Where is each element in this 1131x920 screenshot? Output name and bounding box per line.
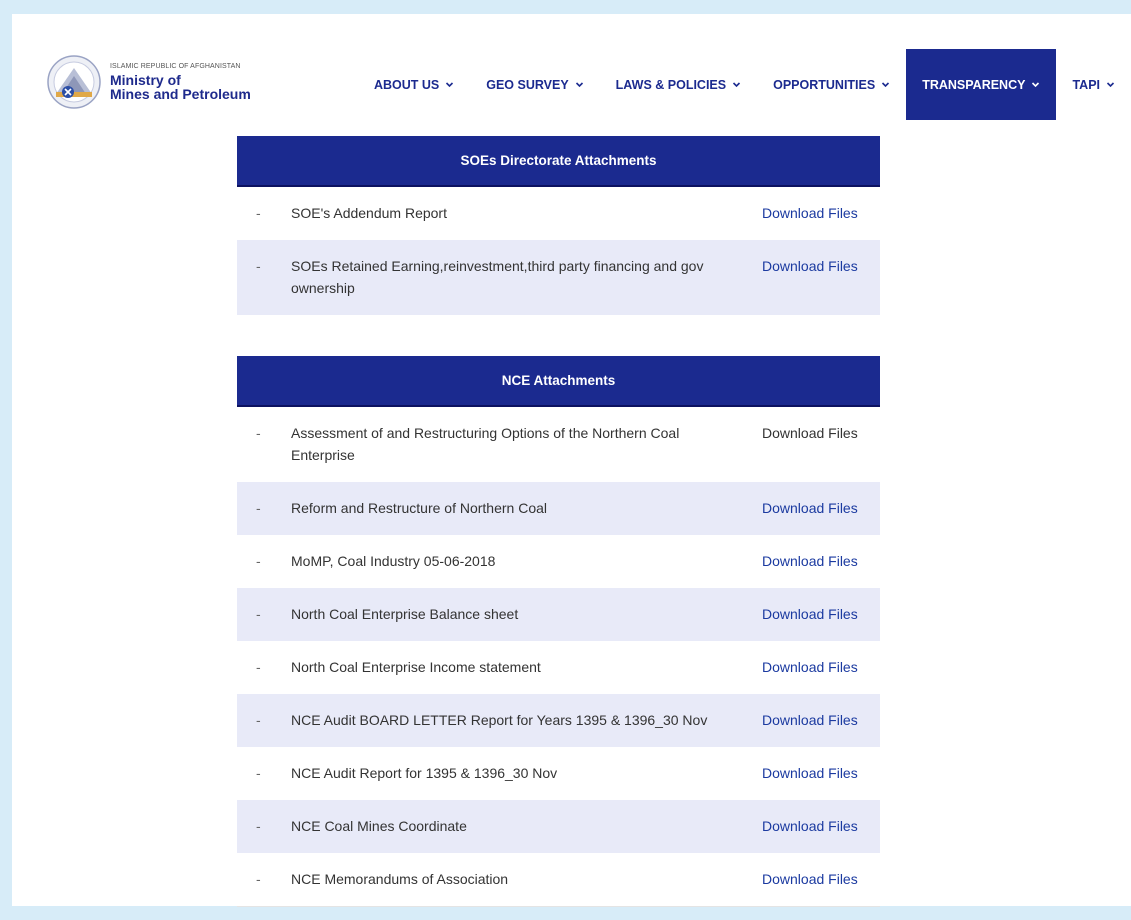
row-title: NCE Audit Report for 1395 & 1396_30 Nov <box>291 765 558 781</box>
table-row: - NCE Audit Report for 1395 & 1396_30 No… <box>237 747 880 800</box>
row-title: MoMP, Coal Industry 05-06-2018 <box>291 553 496 569</box>
nav-about-us[interactable]: ABOUT US <box>358 49 470 120</box>
row-bullet: - <box>256 500 261 516</box>
row-bullet: - <box>256 871 261 887</box>
table-row: - MoMP, Coal Industry 05-06-2018 Downloa… <box>237 535 880 588</box>
row-title: North Coal Enterprise Income statement <box>291 659 541 675</box>
ministry-emblem-icon <box>47 55 101 109</box>
chevron-down-icon <box>1106 80 1115 89</box>
table-row: - SOE's Addendum Report Download Files <box>237 187 880 240</box>
row-bullet: - <box>256 553 261 569</box>
download-files-link[interactable]: Download Files <box>749 709 880 731</box>
nav-label: TRANSPARENCY <box>922 77 1026 92</box>
download-files-link[interactable]: Download Files <box>749 868 880 890</box>
row-bullet: - <box>256 425 261 441</box>
chevron-down-icon <box>732 80 741 89</box>
download-files-link[interactable]: Download Files <box>749 603 880 625</box>
table-row: - NCE Memorandums of Association Downloa… <box>237 853 880 906</box>
download-files-link[interactable]: Download Files <box>749 202 880 224</box>
soe-attachments-table: SOEs Directorate Attachments - SOE's Add… <box>237 136 880 315</box>
nav-laws-policies[interactable]: LAWS & POLICIES <box>600 49 757 120</box>
nav-opportunities[interactable]: OPPORTUNITIES <box>757 49 906 120</box>
chevron-down-icon <box>1031 80 1040 89</box>
nce-attachments-table: NCE Attachments - Assessment of and Rest… <box>237 356 880 907</box>
download-files-link[interactable]: Download Files <box>749 656 880 678</box>
table-row: - Assessment of and Restructuring Option… <box>237 407 880 482</box>
download-files-link[interactable]: Download Files <box>749 422 880 444</box>
chevron-down-icon <box>445 80 454 89</box>
nav-label: ABOUT US <box>373 77 440 92</box>
row-bullet: - <box>256 659 261 675</box>
chevron-down-icon <box>881 80 890 89</box>
row-title: North Coal Enterprise Balance sheet <box>291 606 519 622</box>
download-files-link[interactable]: Download Files <box>749 497 880 519</box>
row-title: NCE Coal Mines Coordinate <box>291 818 467 834</box>
logo-country: ISLAMIC REPUBLIC OF AFGHANISTAN <box>110 63 241 70</box>
nav-label: OPPORTUNITIES <box>773 77 876 92</box>
download-files-link[interactable]: Download Files <box>749 255 880 277</box>
nav-tapi[interactable]: TAPI <box>1056 49 1131 120</box>
table-row: - SOEs Retained Earning,reinvestment,thi… <box>237 240 880 315</box>
row-title: Reform and Restructure of Northern Coal <box>291 500 547 516</box>
row-title: Assessment of and Restructuring Options … <box>291 425 680 463</box>
row-title: NCE Audit BOARD LETTER Report for Years … <box>291 712 708 728</box>
download-files-link[interactable]: Download Files <box>749 762 880 784</box>
nav-label: GEO SURVEY <box>486 77 569 92</box>
download-files-link[interactable]: Download Files <box>749 550 880 572</box>
row-bullet: - <box>256 765 261 781</box>
download-files-link[interactable]: Download Files <box>749 815 880 837</box>
logo-ministry-line1: Ministry of <box>110 72 181 88</box>
chevron-down-icon <box>575 80 584 89</box>
table-bottom-divider <box>237 906 880 907</box>
main-nav: ABOUT US GEO SURVEY LAWS & POLICIES OPPO… <box>358 49 1131 120</box>
row-bullet: - <box>256 606 261 622</box>
table-row: - NCE Audit BOARD LETTER Report for Year… <box>237 694 880 747</box>
nav-label: LAWS & POLICIES <box>615 77 727 92</box>
table-row: - North Coal Enterprise Balance sheet Do… <box>237 588 880 641</box>
nce-table-header: NCE Attachments <box>237 356 880 407</box>
nav-geo-survey[interactable]: GEO SURVEY <box>470 49 599 120</box>
row-bullet: - <box>256 818 261 834</box>
row-bullet: - <box>256 258 261 274</box>
logo-ministry-line2: Mines and Petroleum <box>110 86 251 102</box>
page: ISLAMIC REPUBLIC OF AFGHANISTAN Ministry… <box>12 14 1131 907</box>
soe-table-header: SOEs Directorate Attachments <box>237 136 880 187</box>
row-title: SOE's Addendum Report <box>291 205 447 221</box>
site-logo[interactable]: ISLAMIC REPUBLIC OF AFGHANISTAN Ministry… <box>46 54 251 110</box>
table-row: - North Coal Enterprise Income statement… <box>237 641 880 694</box>
row-bullet: - <box>256 712 261 728</box>
nav-label: TAPI <box>1072 77 1100 92</box>
table-row: - Reform and Restructure of Northern Coa… <box>237 482 880 535</box>
table-row: - NCE Coal Mines Coordinate Download Fil… <box>237 800 880 853</box>
nav-transparency[interactable]: TRANSPARENCY <box>906 49 1057 120</box>
row-bullet: - <box>256 205 261 221</box>
row-title: SOEs Retained Earning,reinvestment,third… <box>291 258 704 296</box>
row-title: NCE Memorandums of Association <box>291 871 509 887</box>
